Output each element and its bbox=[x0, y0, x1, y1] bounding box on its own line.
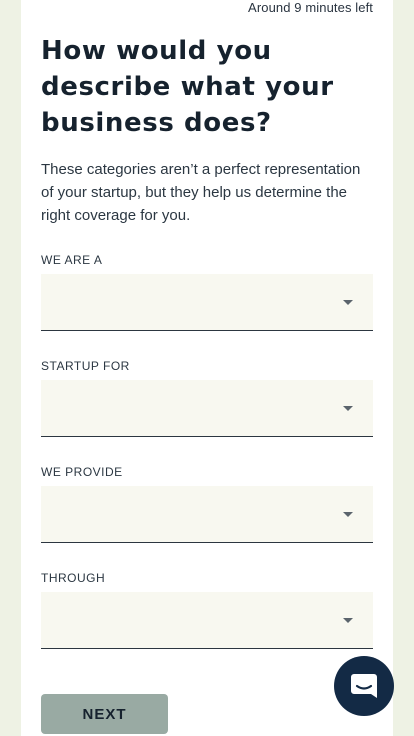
field-label-we-provide: WE PROVIDE bbox=[41, 465, 123, 479]
we-are-a-select[interactable] bbox=[41, 274, 373, 331]
startup-for-select[interactable] bbox=[41, 380, 373, 437]
caret-down-icon bbox=[343, 512, 353, 517]
field-we-are-a: WE ARE A bbox=[41, 252, 373, 331]
next-button[interactable]: NEXT bbox=[41, 694, 168, 734]
field-startup-for: STARTUP FOR bbox=[41, 358, 373, 437]
field-label-we-are-a: WE ARE A bbox=[41, 253, 103, 267]
field-through: THROUGH bbox=[41, 570, 373, 649]
time-remaining: Around 9 minutes left bbox=[248, 0, 373, 15]
through-select[interactable] bbox=[41, 592, 373, 649]
questionnaire-card: Around 9 minutes left How would you desc… bbox=[21, 0, 393, 736]
field-we-provide: WE PROVIDE bbox=[41, 464, 373, 543]
page-title: How would you describe what your busines… bbox=[41, 36, 334, 138]
field-label-through: THROUGH bbox=[41, 571, 106, 585]
caret-down-icon bbox=[343, 300, 353, 305]
we-provide-select[interactable] bbox=[41, 486, 373, 543]
chat-bubble-icon bbox=[351, 674, 377, 698]
field-label-startup-for: STARTUP FOR bbox=[41, 359, 130, 373]
page-description: These categories aren’t a perfect repres… bbox=[41, 161, 361, 224]
caret-down-icon bbox=[343, 618, 353, 623]
caret-down-icon bbox=[343, 406, 353, 411]
chat-launcher-button[interactable] bbox=[334, 656, 394, 716]
